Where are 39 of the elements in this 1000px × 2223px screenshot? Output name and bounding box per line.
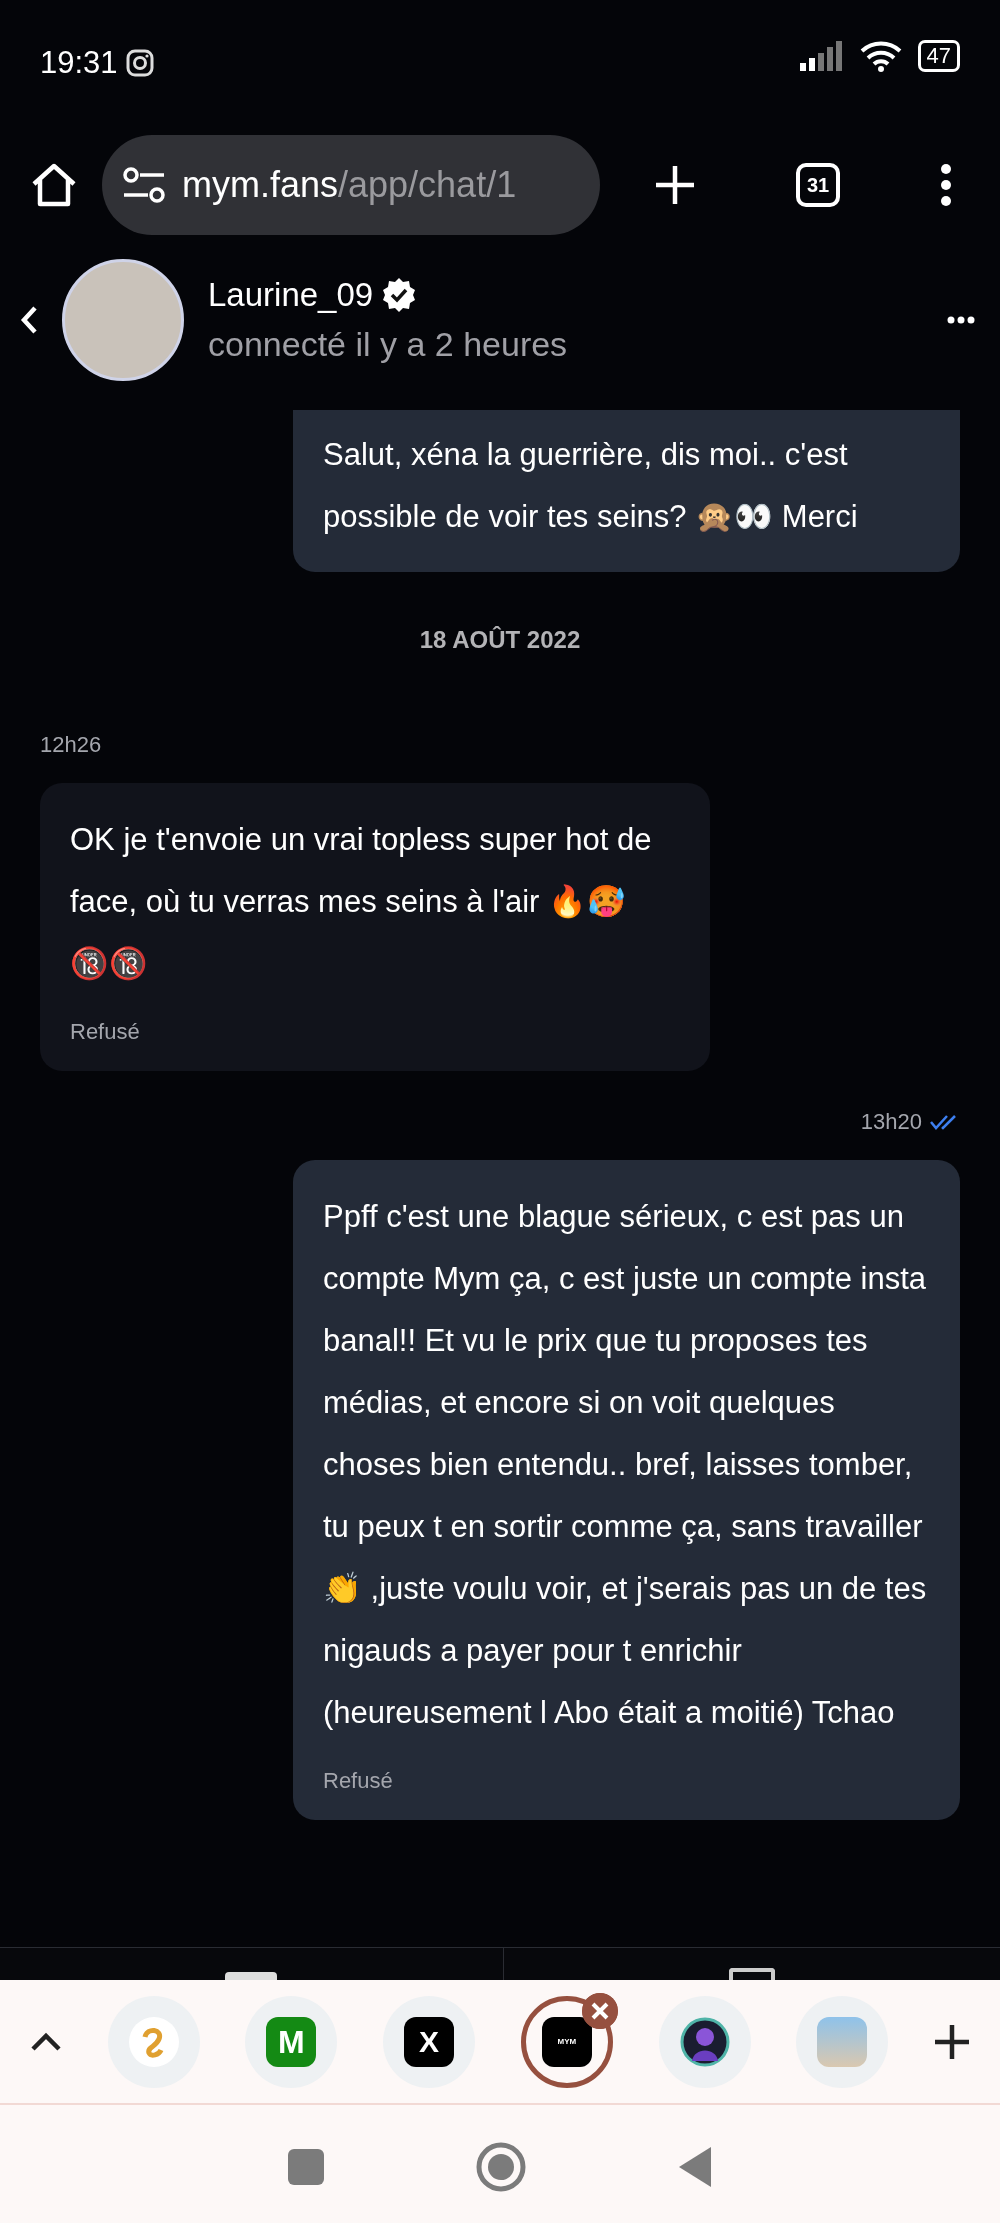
message-time: 12h26 bbox=[40, 731, 102, 759]
back-nav-icon[interactable] bbox=[677, 2145, 713, 2188]
new-tab-icon[interactable] bbox=[654, 164, 696, 206]
more-options-icon[interactable] bbox=[940, 163, 952, 207]
message-status: Refusé bbox=[323, 1768, 393, 1793]
tab-count-button[interactable]: 31 bbox=[796, 163, 840, 207]
message-text: Salut, xéna la guerrière, dis moi.. c'est possible de voir tes seins? 🙊👀 Merci bbox=[323, 436, 859, 536]
add-tab-icon[interactable] bbox=[933, 2023, 970, 2060]
swirl-logo-icon bbox=[128, 2016, 179, 2067]
photo-placeholder bbox=[817, 2016, 868, 2067]
url-text: mym.fans/app/chat/1 bbox=[182, 163, 517, 207]
collapse-up-icon[interactable] bbox=[30, 2031, 62, 2052]
home-button-icon[interactable] bbox=[475, 2140, 527, 2193]
more-icon[interactable] bbox=[947, 316, 975, 324]
contact-name: Laurine_09 bbox=[208, 274, 374, 315]
tab-button[interactable]: X bbox=[383, 1995, 476, 2088]
message-time: 13h20 bbox=[860, 1108, 922, 1136]
tab-icon[interactable] bbox=[225, 1972, 278, 1980]
battery-indicator: 47 bbox=[917, 40, 960, 72]
address-bar[interactable]: mym.fans/app/chat/1 bbox=[102, 135, 600, 235]
message-text: OK je t'envoie un vrai topless super hot de face, où tu verras mes seins à l'air 🔥🥵🔞🔞 bbox=[70, 821, 653, 983]
close-icon[interactable] bbox=[581, 1992, 618, 2029]
tab-button[interactable]: M bbox=[245, 1995, 338, 2088]
date-separator: 18 AOÛT 2022 bbox=[419, 626, 581, 653]
recents-icon[interactable] bbox=[287, 2147, 325, 2186]
figure-avatar-icon bbox=[679, 2016, 730, 2067]
clock-time: 19:31 bbox=[40, 44, 118, 82]
message-status: Refusé bbox=[70, 1019, 140, 1044]
letter-logo: MYM bbox=[541, 2016, 592, 2067]
signal-icon bbox=[799, 41, 844, 71]
last-seen-text: connecté il y a 2 heures bbox=[208, 324, 569, 366]
letter-logo: M bbox=[266, 2016, 317, 2067]
back-icon[interactable] bbox=[20, 305, 38, 335]
wifi-icon bbox=[859, 40, 902, 72]
site-settings-icon[interactable] bbox=[122, 166, 166, 204]
camera-app-icon bbox=[125, 49, 154, 78]
letter-logo: X bbox=[404, 2016, 455, 2067]
message-text: Ppff c'est une blague sérieux, c est pas un compte Mym ça, c est juste un compte insta banal!! Et vu le prix que tu proposes tes médias, et encore si on voit quelques choses bien entendu.. bref, laisses tomber, tu peux t en sortir comme ça, sans travailler 👏 ,juste voulu voir, et j'serais pas un de tes nigauds a payer pour t enrichir (heureusement l Abo était a moitié) Tchao bbox=[323, 1198, 928, 1732]
home-icon[interactable] bbox=[30, 162, 78, 208]
